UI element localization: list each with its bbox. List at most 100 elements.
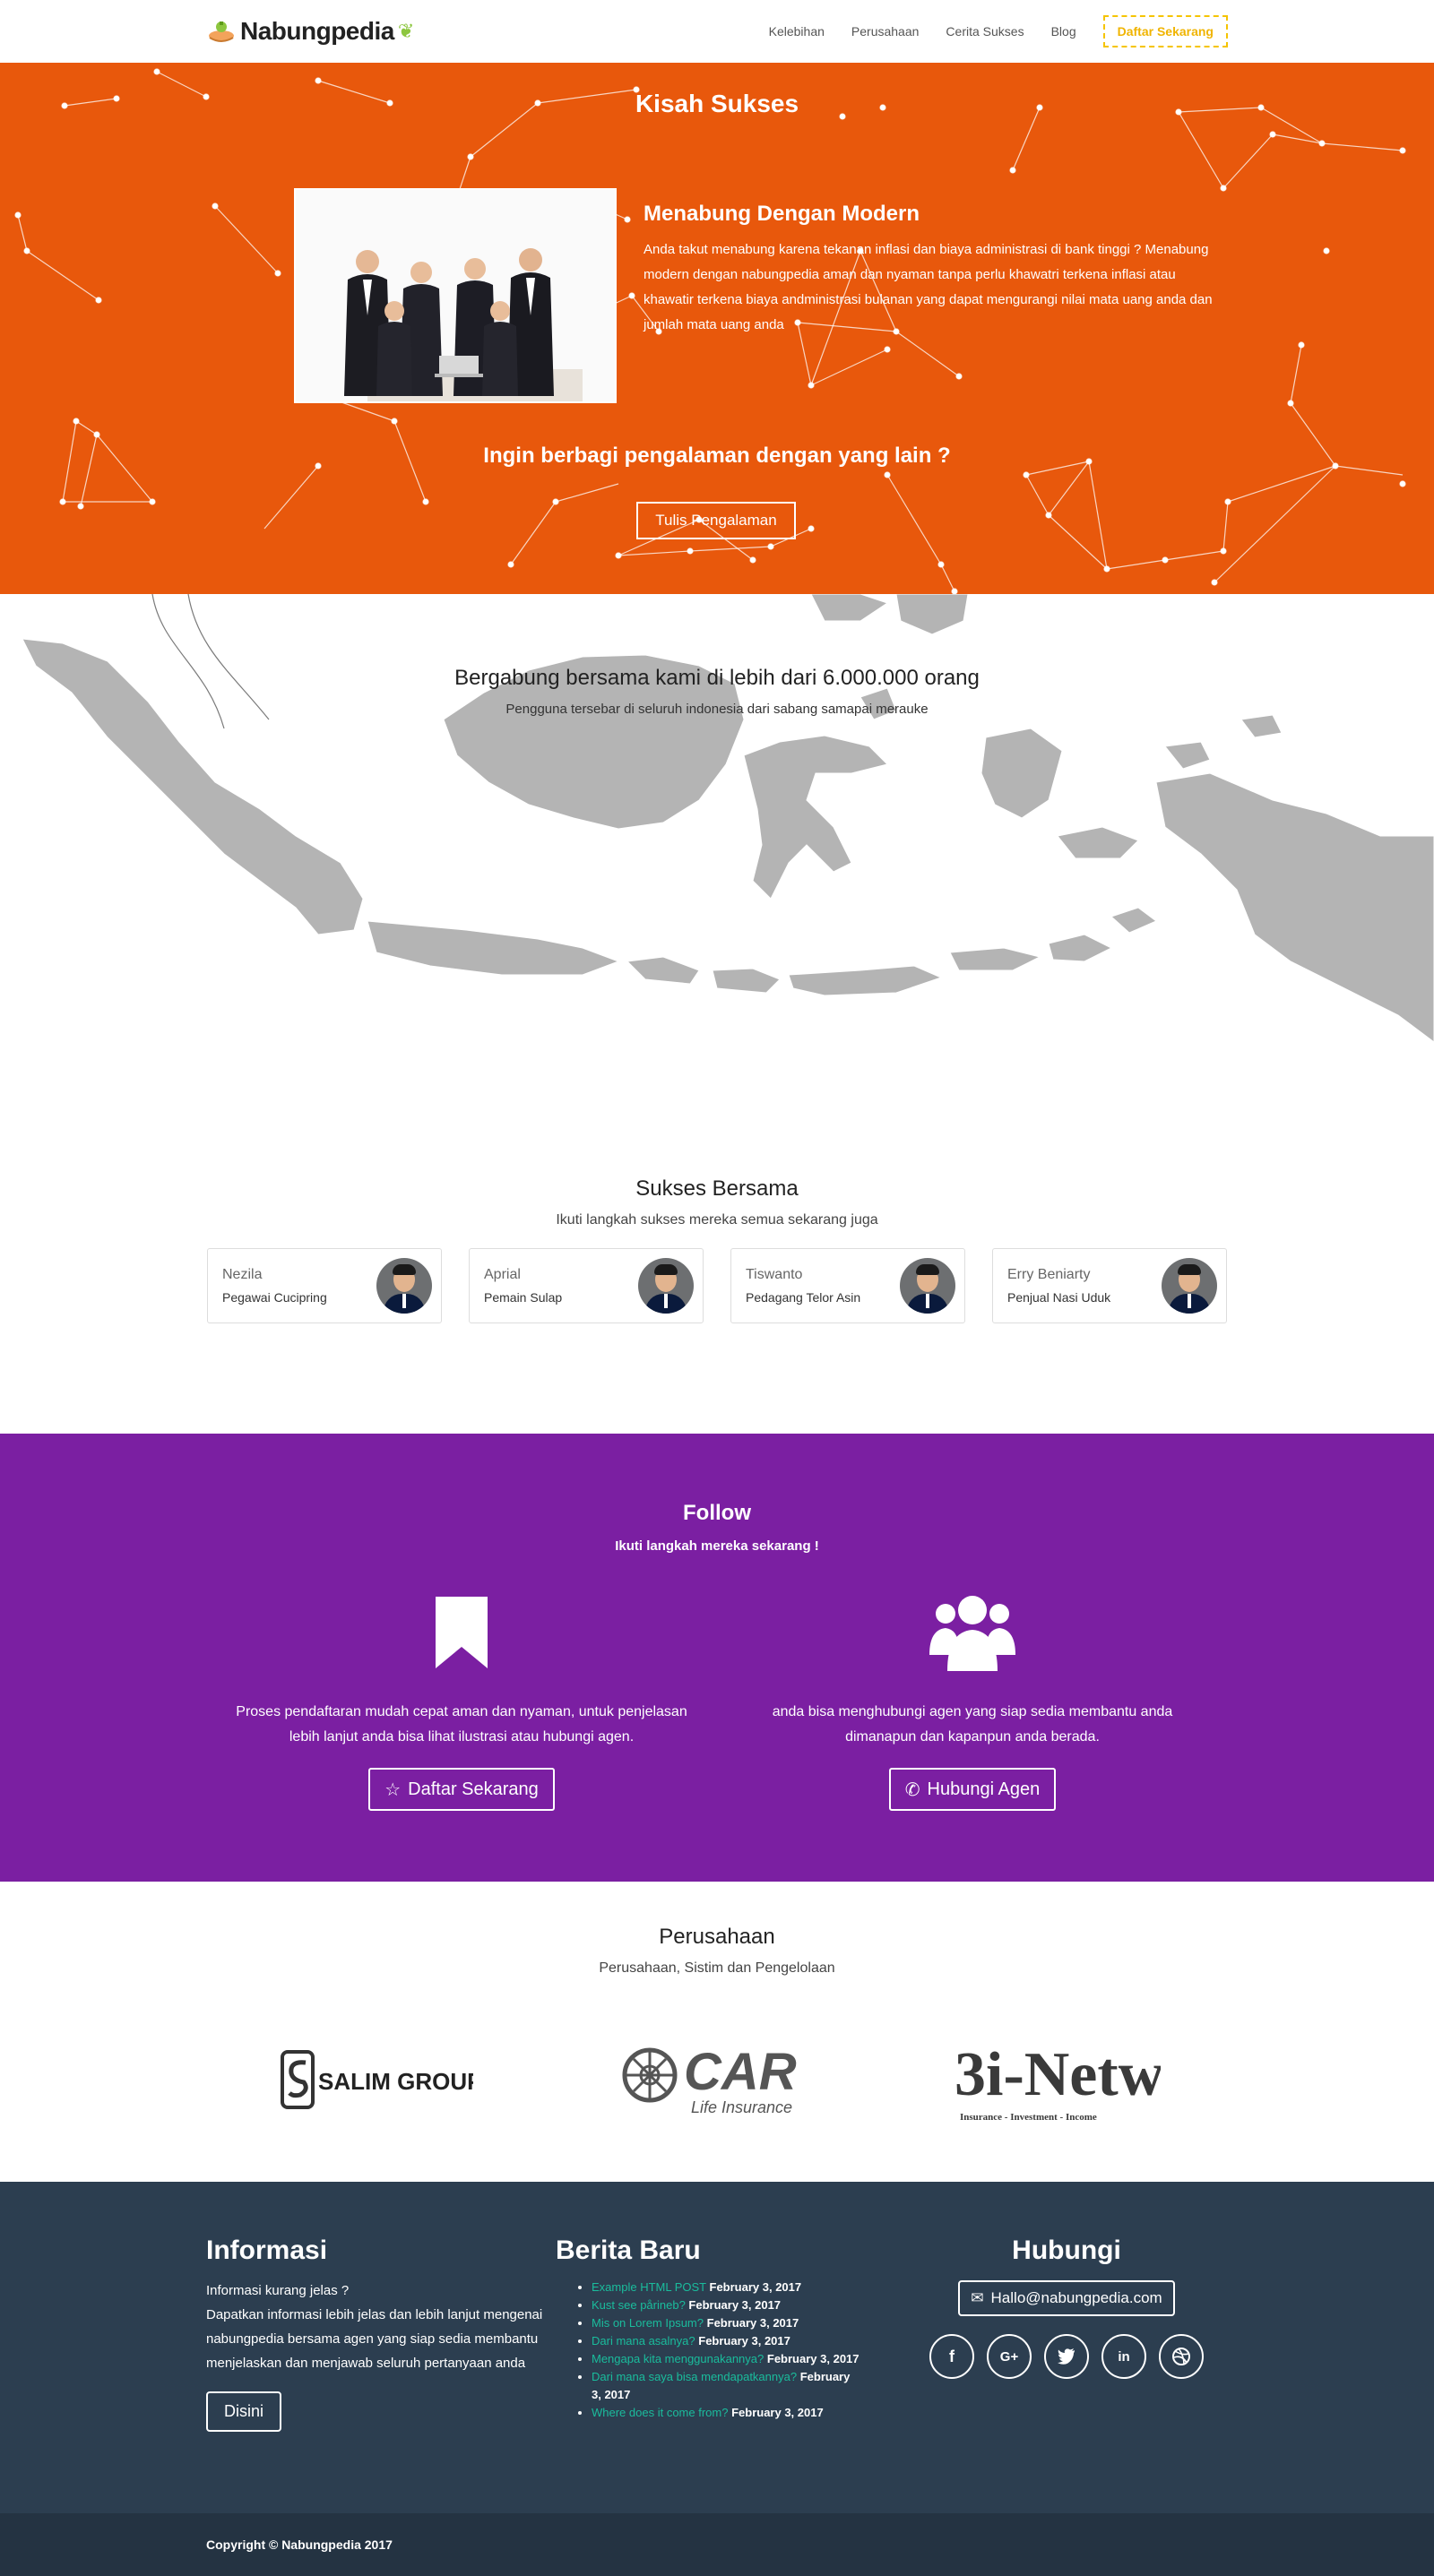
map-title: Bergabung bersama kami di lebih dari 6.0… <box>454 666 980 690</box>
brand-logo[interactable]: Nabungpedia ❦ <box>206 17 414 46</box>
testimonial-cards: Nezila Pegawai Cucipring Aprial Pemain S… <box>0 1248 1434 1323</box>
informasi-title: Informasi <box>206 2236 328 2265</box>
dribbble-icon[interactable] <box>1159 2334 1204 2379</box>
copyright-bar: Copyright © Nabungpedia 2017 <box>0 2513 1434 2576</box>
person-name: Nezila <box>222 1267 263 1282</box>
news-date: February 3, 2017 <box>766 2352 860 2365</box>
indonesia-map-section: Bergabung bersama kami di lebih dari 6.0… <box>0 594 1434 1150</box>
person-card[interactable]: Nezila Pegawai Cucipring <box>207 1248 442 1323</box>
follow-title: Follow <box>683 1501 751 1525</box>
sukses-subtitle: Ikuti langkah sukses mereka semua sekara… <box>556 1212 878 1228</box>
follow-agent-column: anda bisa menghubungi agen yang siap sed… <box>717 1590 1228 1811</box>
tulis-pengalaman-button[interactable]: Tulis Pengalaman <box>636 502 796 539</box>
person-name: Aprial <box>484 1267 521 1282</box>
team-photo <box>294 188 617 403</box>
perusahaan-section: Perusahaan Perusahaan, Sistim dan Pengel… <box>0 1882 1434 2182</box>
news-link[interactable]: Mis on Lorem Ipsum? <box>592 2316 704 2330</box>
partner-logos: SALIM GROUP Co. CAR Life Insurance 3i-Ne… <box>269 2030 1165 2129</box>
news-link[interactable]: Mengapa kita menggunakannya? <box>592 2352 764 2365</box>
nav-link-kelebihan[interactable]: Kelebihan <box>769 24 825 39</box>
disini-button[interactable]: Disini <box>206 2391 282 2432</box>
3i-network-logo: 3i-Network Insurance - Investment - Inco… <box>950 2030 1165 2129</box>
hubungi-title: Hubungi <box>1012 2236 1121 2265</box>
car-life-insurance-logo: CAR Life Insurance <box>609 2039 825 2120</box>
google-plus-icon[interactable]: G+ <box>987 2334 1032 2379</box>
follow-section: Follow Ikuti langkah mereka sekarang ! P… <box>0 1434 1434 1882</box>
news-list: Example HTML POST February 3, 2017 Kust … <box>556 2279 905 2422</box>
avatar <box>900 1258 955 1314</box>
agent-text: anda bisa menghubungi agen yang siap sed… <box>772 1704 1173 1745</box>
news-link[interactable]: Kust see pårineb? <box>592 2298 686 2312</box>
person-card[interactable]: Tiswanto Pedagang Telor Asin <box>730 1248 965 1323</box>
envelope-icon: ✉ <box>971 2289 984 2306</box>
hero-body: Anda takut menabung karena tekanan infla… <box>644 242 1213 332</box>
follow-register-column: Proses pendaftaran mudah cepat aman dan … <box>206 1590 717 1811</box>
nav-link-cerita-sukses[interactable]: Cerita Sukses <box>946 24 1024 39</box>
news-link[interactable]: Where does it come from? <box>592 2406 728 2419</box>
list-item: Example HTML POST February 3, 2017 <box>592 2279 860 2296</box>
sukses-title: Sukses Bersama <box>635 1176 799 1201</box>
3i-network-subtext: Insurance - Investment - Income <box>960 2112 1097 2123</box>
leaf-icon: ❦ <box>397 20 415 42</box>
daftar-sekarang-nav-button[interactable]: Daftar Sekarang <box>1102 15 1228 47</box>
hubungi-agen-label: Hubungi Agen <box>927 1779 1041 1799</box>
car-text: CAR <box>684 2043 797 2101</box>
avatar <box>1162 1258 1217 1314</box>
footer-informasi: Informasi Informasi kurang jelas ? Dapat… <box>206 2236 556 2432</box>
news-link[interactable]: Example HTML POST <box>592 2280 706 2294</box>
person-role: Penjual Nasi Uduk <box>1007 1290 1111 1305</box>
news-date: February 3, 2017 <box>706 2316 799 2330</box>
email-button[interactable]: ✉ Hallo@nabungpedia.com <box>958 2280 1175 2316</box>
brand-name: Nabungpedia <box>240 17 394 45</box>
map-subtitle: Pengguna tersebar di seluruh indonesia d… <box>505 702 929 717</box>
person-card[interactable]: Aprial Pemain Sulap <box>469 1248 704 1323</box>
person-card[interactable]: Erry Beniarty Penjual Nasi Uduk <box>992 1248 1227 1323</box>
news-date: February 3, 2017 <box>731 2406 824 2419</box>
avatar <box>638 1258 694 1314</box>
news-date: February 3, 2017 <box>709 2280 802 2294</box>
phone-icon: ✆ <box>904 1779 920 1800</box>
nav-link-blog[interactable]: Blog <box>1051 24 1076 39</box>
perusahaan-title: Perusahaan <box>659 1925 775 1949</box>
perusahaan-subtitle: Perusahaan, Sistim dan Pengelolaan <box>599 1960 835 1976</box>
hero-title: Kisah Sukses <box>635 90 799 117</box>
sukses-bersama-section: Sukses Bersama Ikuti langkah sukses mere… <box>0 1150 1434 1434</box>
list-item: Mengapa kita menggunakannya? February 3,… <box>592 2350 860 2368</box>
twitter-icon[interactable] <box>1044 2334 1089 2379</box>
berita-title: Berita Baru <box>556 2236 701 2265</box>
hero-section: Kisah Sukses Menabung Dengan Modern Anda… <box>0 63 1434 594</box>
list-item: Where does it come from? February 3, 201… <box>592 2404 860 2422</box>
salim-group-logo: SALIM GROUP Co. <box>269 2048 484 2111</box>
news-link[interactable]: Dari mana asalnya? <box>592 2334 695 2348</box>
salim-group-text: SALIM GROUP Co. <box>318 2068 473 2095</box>
nav-link-perusahaan[interactable]: Perusahaan <box>851 24 920 39</box>
nav-menu: Kelebihan Perusahaan Cerita Sukses Blog … <box>769 15 1228 47</box>
person-name: Erry Beniarty <box>1007 1267 1091 1282</box>
email-address: Hallo@nabungpedia.com <box>990 2289 1162 2306</box>
news-date: February 3, 2017 <box>698 2334 790 2348</box>
piggy-hands-icon <box>206 18 237 45</box>
follow-subtitle: Ikuti langkah mereka sekarang ! <box>615 1538 819 1554</box>
linkedin-icon[interactable]: in <box>1101 2334 1146 2379</box>
copyright-text: Copyright © Nabungpedia 2017 <box>206 2537 393 2552</box>
share-prompt: Ingin berbagi pengalaman dengan yang lai… <box>483 444 951 468</box>
hubungi-agen-button[interactable]: ✆ Hubungi Agen <box>888 1768 1057 1811</box>
daftar-sekarang-label: Daftar Sekarang <box>408 1779 539 1799</box>
hero-heading: Menabung Dengan Modern <box>644 202 920 226</box>
car-subtext: Life Insurance <box>691 2098 792 2116</box>
person-role: Pegawai Cucipring <box>222 1290 327 1305</box>
informasi-body: Dapatkan informasi lebih jelas dan lebih… <box>206 2307 543 2371</box>
social-links: f G+ in <box>905 2334 1228 2379</box>
daftar-sekarang-button[interactable]: ☆ Daftar Sekarang <box>368 1768 555 1811</box>
list-item: Dari mana asalnya? February 3, 2017 <box>592 2332 860 2350</box>
news-link[interactable]: Dari mana saya bisa mendapatkannya? <box>592 2370 797 2383</box>
facebook-icon[interactable]: f <box>929 2334 974 2379</box>
person-role: Pedagang Telor Asin <box>746 1290 861 1305</box>
3i-network-text: 3i-Network <box>955 2040 1161 2109</box>
list-item: Kust see pårineb? February 3, 2017 <box>592 2296 860 2314</box>
register-text: Proses pendaftaran mudah cepat aman dan … <box>236 1704 687 1745</box>
person-role: Pemain Sulap <box>484 1290 563 1305</box>
users-icon <box>717 1590 1228 1675</box>
news-date: February 3, 2017 <box>688 2298 782 2312</box>
footer: Informasi Informasi kurang jelas ? Dapat… <box>0 2182 1434 2513</box>
